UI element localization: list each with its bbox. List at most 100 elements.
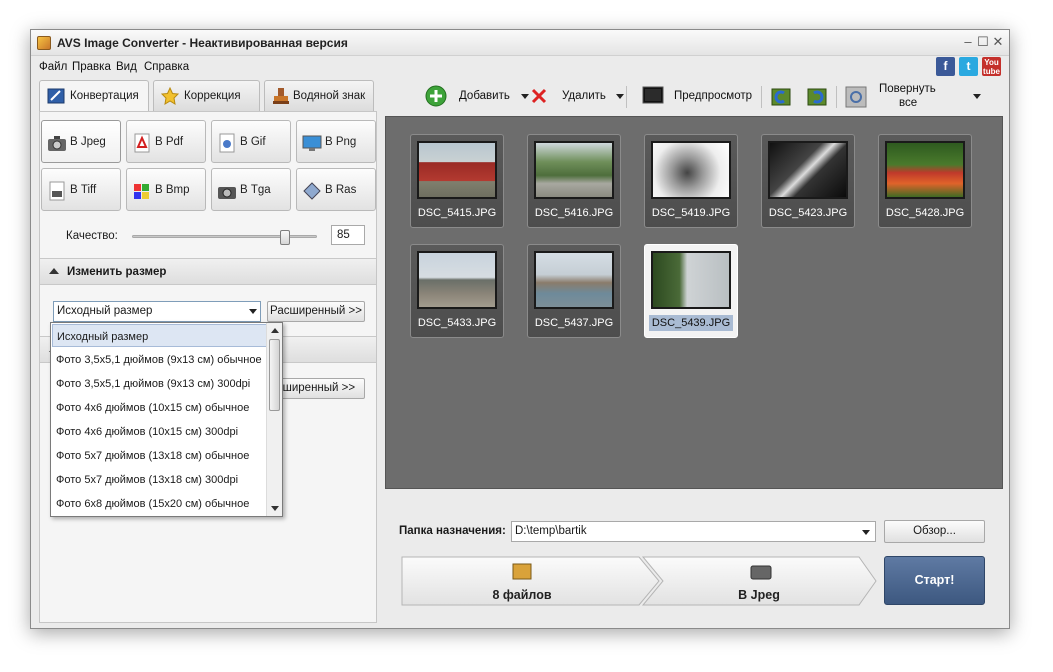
size-option[interactable]: Фото 4x6 дюймов (10x15 см) обычное	[52, 396, 267, 419]
format-tga-button[interactable]: В Tga	[211, 168, 291, 211]
chevron-down-icon	[249, 309, 257, 314]
menu-file[interactable]: Файл	[39, 61, 67, 73]
chevron-down-icon	[616, 94, 624, 99]
size-select[interactable]: Исходный размер	[53, 301, 261, 322]
files-step-label: 8 файлов	[492, 588, 551, 602]
conversion-icon	[47, 88, 65, 104]
quality-slider-thumb[interactable]	[280, 230, 290, 245]
size-option[interactable]: Фото 5x7 дюймов (13x18 см) 300dpi	[52, 468, 267, 491]
title-bar[interactable]: AVS Image Converter - Неактивированная в…	[31, 30, 1009, 56]
facebook-icon[interactable]: f	[936, 57, 955, 76]
scrollbar-thumb[interactable]	[269, 339, 280, 411]
scroll-down-icon[interactable]	[271, 506, 279, 511]
file-name: DSC_5423.JPG	[768, 207, 848, 219]
quality-slider[interactable]	[132, 230, 317, 245]
menu-help[interactable]: Справка	[144, 61, 189, 73]
collapse-arrow-icon	[49, 268, 59, 274]
chevron-down-icon	[862, 530, 870, 535]
destination-select[interactable]: D:\temp\bartik	[511, 521, 876, 542]
format-jpeg-button[interactable]: В Jpeg	[41, 120, 121, 163]
photo-preview	[651, 251, 731, 309]
tab-label: Конвертация	[70, 90, 139, 102]
file-thumbnail[interactable]: DSC_5415.JPG	[410, 134, 504, 228]
format-label: В Ras	[325, 184, 357, 196]
size-option[interactable]: Фото 3,5x5,1 дюймов (9x13 см) 300dpi	[52, 372, 267, 395]
advanced-resize-button[interactable]: Расширенный >>	[267, 301, 365, 322]
file-thumbnail[interactable]: DSC_5428.JPG	[878, 134, 972, 228]
format-label: В Jpeg	[70, 136, 106, 148]
photo-preview	[417, 251, 497, 309]
photo-preview	[534, 141, 614, 199]
preview-button[interactable]: Предпросмотр	[638, 80, 753, 114]
file-thumbnail[interactable]: DSC_5437.JPG	[527, 244, 621, 338]
rotate-all-label-line1: Повернуть	[879, 83, 936, 95]
rotate-all-button[interactable]: Повернуть все	[843, 80, 985, 114]
file-thumbnail[interactable]: DSC_5433.JPG	[410, 244, 504, 338]
destination-value: D:\temp\bartik	[515, 525, 587, 537]
tiff-icon	[49, 181, 65, 201]
delete-button[interactable]: Удалить	[529, 80, 624, 114]
format-bmp-button[interactable]: В Bmp	[126, 168, 206, 211]
file-thumbnail[interactable]: DSC_5423.JPG	[761, 134, 855, 228]
minimize-button[interactable]: –	[961, 34, 975, 50]
tab-watermark[interactable]: Водяной знак	[264, 80, 374, 111]
app-icon	[37, 36, 51, 50]
format-label: В Gif	[240, 136, 266, 148]
file-thumbnail[interactable]: DSC_5416.JPG	[527, 134, 621, 228]
tab-label: Коррекция	[184, 90, 241, 102]
dropdown-scrollbar[interactable]	[266, 323, 282, 516]
format-pdf-button[interactable]: В Pdf	[126, 120, 206, 163]
quality-value-field[interactable]: 85	[331, 225, 365, 245]
rotate-all-icon	[845, 86, 867, 108]
file-thumbnail-selected[interactable]: DSC_5439.JPG	[644, 244, 738, 338]
menu-view[interactable]: Вид	[116, 61, 137, 73]
format-png-button[interactable]: В Png	[296, 120, 376, 163]
maximize-button[interactable]: ☐	[976, 34, 990, 50]
format-ras-button[interactable]: В Ras	[296, 168, 376, 211]
size-option-selected[interactable]: Исходный размер	[52, 324, 267, 347]
size-dropdown-list[interactable]: Исходный размер Фото 3,5x5,1 дюймов (9x1…	[50, 322, 283, 517]
size-option[interactable]: Фото 6x8 дюймов (15x20 см) обычное	[52, 492, 267, 515]
size-option[interactable]: Фото 5x7 дюймов (13x18 см) обычное	[52, 444, 267, 467]
photo-preview	[885, 141, 965, 199]
size-select-value: Исходный размер	[57, 305, 153, 317]
format-label: В Png	[325, 136, 357, 148]
toolbar-divider	[761, 86, 762, 108]
rotate-right-button[interactable]	[802, 80, 828, 114]
format-label: В Bmp	[155, 184, 190, 196]
start-button[interactable]: Старт!	[884, 556, 985, 605]
toolbar-divider	[836, 86, 837, 108]
delete-icon	[531, 88, 547, 104]
star-icon	[161, 87, 179, 105]
twitter-icon[interactable]: t	[959, 57, 978, 76]
quality-label: Качество:	[66, 230, 118, 242]
menu-edit[interactable]: Правка	[72, 61, 111, 73]
close-button[interactable]: ✕	[991, 34, 1005, 50]
tab-conversion[interactable]: Конвертация	[39, 80, 149, 112]
file-name: DSC_5419.JPG	[651, 207, 731, 219]
rotate-all-label-line2: все	[899, 97, 918, 109]
file-name: DSC_5415.JPG	[417, 207, 497, 219]
image-gallery[interactable]: DSC_5415.JPG DSC_5416.JPG DSC_5419.JPG D…	[385, 116, 1003, 489]
ras-icon	[303, 182, 321, 200]
size-option[interactable]: Фото 4x6 дюймов (10x15 см) 300dpi	[52, 420, 267, 443]
file-thumbnail[interactable]: DSC_5419.JPG	[644, 134, 738, 228]
youtube-icon[interactable]: You tube	[982, 57, 1001, 76]
resize-section-header[interactable]: Изменить размер	[40, 258, 376, 285]
add-icon	[425, 85, 447, 107]
rotate-right-icon	[807, 88, 827, 106]
rotate-left-button[interactable]	[768, 80, 794, 114]
scroll-up-icon[interactable]	[271, 328, 279, 333]
format-tiff-button[interactable]: В Tiff	[41, 168, 121, 211]
size-option[interactable]: Фото 3,5x5,1 дюймов (9x13 см) обычное	[52, 348, 267, 371]
monitor-icon	[302, 135, 322, 151]
browse-button[interactable]: Обзор...	[884, 520, 985, 543]
format-label: В Tga	[240, 184, 271, 196]
tab-correction[interactable]: Коррекция	[153, 80, 260, 111]
bmp-icon	[134, 184, 149, 199]
add-button[interactable]: Добавить	[421, 80, 529, 114]
toolbar: Добавить Удалить Предпросмотр Повернуть …	[381, 80, 1003, 114]
pdf-icon	[134, 133, 150, 153]
format-gif-button[interactable]: В Gif	[211, 120, 291, 163]
file-name: DSC_5439.JPG	[649, 315, 733, 331]
